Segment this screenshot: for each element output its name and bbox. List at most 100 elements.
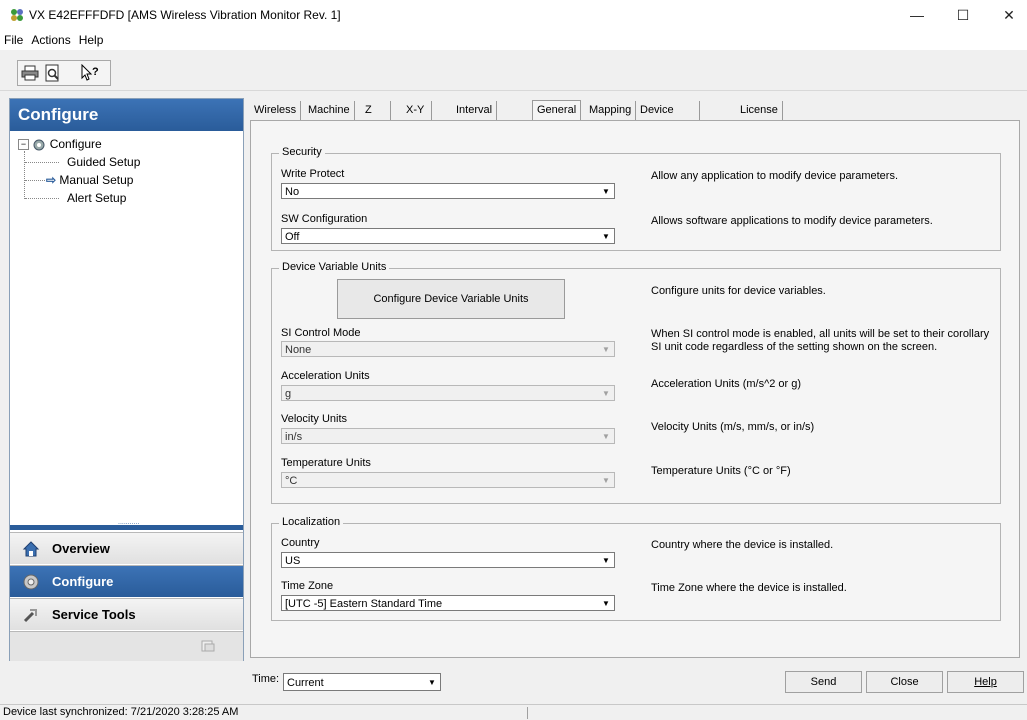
country-value: US (285, 555, 301, 567)
country-desc: Country where the device is installed. (651, 539, 834, 551)
write-protect-value: No (285, 186, 300, 198)
tree-root-label: Configure (49, 137, 102, 151)
si-control-label: SI Control Mode (281, 327, 361, 339)
tab-interval-bands[interactable]: Interval Bands (452, 101, 498, 135)
left-panel: Configure − Configure Guided Setup ⇨ Man… (9, 98, 244, 661)
collapse-icon[interactable]: − (18, 139, 29, 151)
si-control-desc-line2: SI unit code regardless of the setting s… (651, 341, 938, 353)
units-group: Device Variable Units Configure Device V… (271, 261, 1001, 504)
security-group: Security Write Protect No ▼ Allow any ap… (271, 146, 1001, 251)
maximize-button[interactable]: ☐ (940, 0, 986, 30)
time-zone-desc: Time Zone where the device is installed. (651, 582, 847, 594)
nav-overview[interactable]: Overview (10, 532, 243, 564)
tab-wireless[interactable]: Wireless (250, 101, 302, 120)
tree-item-manual-setup[interactable]: ⇨ Manual Setup (46, 173, 133, 187)
send-button[interactable]: Send (785, 671, 862, 693)
velocity-units-value: in/s (285, 431, 303, 443)
arrow-right-icon: ⇨ (46, 173, 57, 187)
menu-file[interactable]: File (0, 30, 27, 47)
dropdown-arrow-icon[interactable]: ▼ (600, 596, 612, 610)
accel-units-label: Acceleration Units (281, 370, 370, 382)
svg-text:?: ? (92, 66, 99, 78)
tab-device-information[interactable]: Device Information (636, 101, 701, 135)
velocity-units-label: Velocity Units (281, 413, 348, 425)
status-bar: Device last synchronized: 7/21/2020 3:28… (0, 704, 1027, 720)
app-icon (11, 9, 23, 21)
tree-item-alert-setup[interactable]: Alert Setup (67, 191, 126, 205)
tab-machine[interactable]: Machine (304, 101, 355, 120)
dropdown-arrow-icon[interactable]: ▼ (426, 674, 438, 688)
write-protect-select[interactable]: No ▼ (281, 183, 615, 199)
configure-units-desc: Configure units for device variables. (651, 285, 826, 297)
dropdown-arrow-icon[interactable]: ▼ (600, 342, 612, 356)
tab-general[interactable]: General (532, 100, 582, 121)
units-group-title: Device Variable Units (279, 261, 390, 273)
sw-config-desc: Allows software applications to modify d… (651, 215, 933, 227)
nav-service-tools[interactable]: Service Tools (10, 598, 243, 630)
help-button[interactable]: Help (947, 671, 1024, 693)
dropdown-arrow-icon[interactable]: ▼ (600, 386, 612, 400)
accel-units-value: g (285, 388, 292, 400)
temperature-units-desc: Temperature Units (°C or °F) (651, 465, 791, 477)
minimize-button[interactable]: — (894, 0, 940, 30)
tree-item-label: Manual Setup (59, 173, 134, 187)
tab-z-axis[interactable]: Z Axis (361, 101, 391, 135)
time-zone-label: Time Zone (281, 580, 334, 592)
tools-icon (23, 609, 37, 623)
gear-icon (23, 574, 39, 590)
time-zone-select[interactable]: [UTC -5] Eastern Standard Time ▼ (281, 595, 615, 611)
dropdown-arrow-icon[interactable]: ▼ (600, 184, 612, 198)
tab-x-y-axis[interactable]: X-Y Axis (402, 101, 432, 135)
overflow-menu-icon[interactable] (200, 639, 216, 653)
toolbar: ? (0, 50, 1027, 91)
nav-label: Configure (52, 574, 114, 589)
accel-units-select[interactable]: g ▼ (281, 385, 615, 401)
dropdown-arrow-icon[interactable]: ▼ (600, 229, 612, 243)
general-tab-content: Security Write Protect No ▼ Allow any ap… (250, 120, 1020, 658)
time-select[interactable]: Current ▼ (283, 673, 441, 691)
temperature-units-select[interactable]: °C ▼ (281, 472, 615, 488)
write-protect-desc: Allow any application to modify device p… (651, 170, 899, 182)
write-protect-label: Write Protect (281, 168, 345, 180)
gear-icon (33, 139, 45, 151)
si-control-select[interactable]: None ▼ (281, 341, 615, 357)
menu-bar: File Actions Help (0, 30, 1027, 50)
tree-root[interactable]: − Configure (18, 137, 102, 152)
sw-config-select[interactable]: Off ▼ (281, 228, 615, 244)
dropdown-arrow-icon[interactable]: ▼ (600, 429, 612, 443)
nav-configure[interactable]: Configure (10, 565, 243, 597)
print-preview-icon[interactable] (44, 64, 62, 82)
close-button[interactable]: Close (866, 671, 943, 693)
menu-help[interactable]: Help (75, 30, 108, 47)
tab-mapping[interactable]: Mapping (585, 101, 637, 120)
dropdown-arrow-icon[interactable]: ▼ (600, 553, 612, 567)
left-panel-header: Configure (10, 99, 243, 131)
sync-status: Device last synchronized: 7/21/2020 3:28… (3, 706, 239, 718)
nav-overflow-bar (10, 631, 243, 661)
temperature-units-label: Temperature Units (281, 457, 371, 469)
context-help-icon[interactable]: ? (80, 64, 100, 82)
close-window-button[interactable]: ✕ (986, 0, 1027, 30)
nav-label: Service Tools (52, 607, 136, 622)
localization-group: Localization Country US ▼ Country where … (271, 516, 1001, 621)
tab-license[interactable]: License (736, 101, 783, 120)
configure-units-button[interactable]: Configure Device Variable Units (337, 279, 565, 319)
title-bar: VX E42EFFFDFD [AMS Wireless Vibration Mo… (0, 0, 1027, 30)
velocity-units-select[interactable]: in/s ▼ (281, 428, 615, 444)
time-value: Current (287, 677, 324, 689)
menu-actions[interactable]: Actions (27, 30, 74, 47)
sw-config-value: Off (285, 231, 300, 243)
nav-label: Overview (52, 541, 110, 556)
si-control-desc-line1: When SI control mode is enabled, all uni… (651, 328, 990, 340)
si-control-value: None (285, 344, 312, 356)
home-icon (22, 541, 40, 557)
tree-item-guided-setup[interactable]: Guided Setup (67, 155, 140, 169)
sw-config-label: SW Configuration (281, 213, 368, 225)
country-select[interactable]: US ▼ (281, 552, 615, 568)
time-zone-value: [UTC -5] Eastern Standard Time (285, 598, 443, 610)
localization-group-title: Localization (279, 516, 344, 528)
splitter-grip: ........... (118, 519, 140, 526)
dropdown-arrow-icon[interactable]: ▼ (600, 473, 612, 487)
printer-icon[interactable] (21, 65, 39, 81)
time-label: Time: (252, 673, 280, 685)
